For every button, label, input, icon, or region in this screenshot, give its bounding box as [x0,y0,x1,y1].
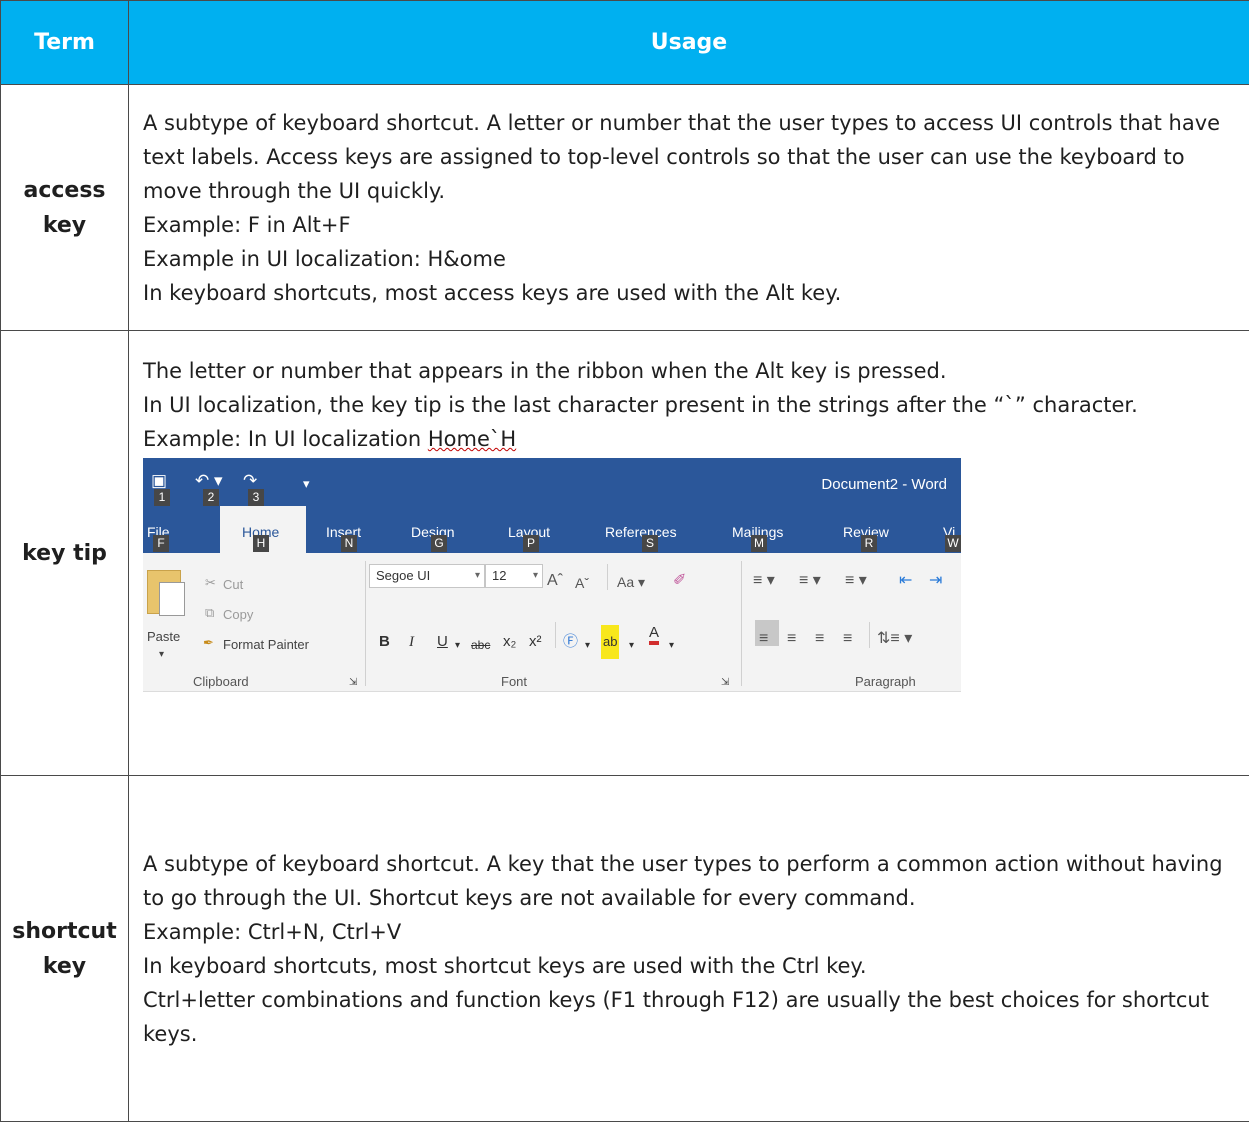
ribbon-screenshot: ▣ ↶ ▾ ↷ ▾ 1 2 3 Document2 - Word File Ho… [143,458,961,692]
example-text: Example: Ctrl+N, Ctrl+V [143,915,1239,949]
usage-cell: A subtype of keyboard shortcut. A letter… [129,85,1249,331]
group-separator [741,561,742,686]
format-painter-icon: ✒ [203,626,214,660]
grow-font-icon[interactable]: Aˆ [547,564,563,598]
header-row: Term Usage [1,1,1249,85]
key-tip-badge: 3 [248,489,264,506]
chevron-down-icon[interactable]: ▾ [669,629,674,663]
key-tip-badge: 2 [203,489,219,506]
key-tip-badge: 1 [154,489,170,506]
copy-button[interactable]: Copy [223,598,253,632]
change-case-button[interactable]: Aa ▾ [617,565,645,599]
font-group-label: Font [501,665,527,692]
increase-indent-icon[interactable]: ⇥ [929,564,942,598]
key-tip-badge: P [523,535,539,552]
clear-formatting-icon[interactable]: ✐ [673,564,686,598]
strikethrough-icon[interactable]: abc [471,628,490,662]
tab-references[interactable]: References [605,515,677,549]
paragraph-group-label: Paragraph [855,665,916,692]
superscript-icon[interactable]: x² [529,625,542,659]
terminology-table: Term Usage access key A subtype of keybo… [0,0,1249,1122]
dialog-launcher-icon[interactable]: ⇲ [721,666,729,692]
key-tip-badge: S [642,535,658,552]
cut-button[interactable]: Cut [223,568,243,602]
chevron-down-icon: ▾ [533,565,538,587]
font-name-value: Segoe UI [376,568,430,583]
note-text: In keyboard shortcuts, most shortcut key… [143,949,1239,983]
italic-icon[interactable]: I [409,625,414,659]
chevron-down-icon[interactable]: ▾ [629,629,634,663]
term-cell: shortcut key [1,776,129,1122]
chevron-down-icon: ▾ [475,565,480,587]
localization-example-text: Example in UI localization: H&ome [143,242,1239,276]
numbering-icon[interactable]: ≡ ▾ [799,564,821,598]
align-center-icon[interactable]: ≡ [787,622,796,656]
multilevel-list-icon[interactable]: ≡ ▾ [845,564,867,598]
recommendation-text: Ctrl+letter combinations and function ke… [143,983,1239,1051]
subscript-icon[interactable]: x₂ [503,625,516,659]
group-separator [869,622,870,648]
font-size-select[interactable]: 12 ▾ [485,564,543,588]
dialog-launcher-icon[interactable]: ⇲ [349,666,357,692]
example-prefix: Example: In UI localization [143,427,428,451]
key-tip-badge: M [751,535,767,552]
term-cell: key tip [1,331,129,776]
key-tip-badge: W [945,535,961,552]
copy-icon: ⧉ [205,596,214,630]
group-separator [365,561,366,686]
key-tip-badge: G [431,535,447,552]
font-color-icon[interactable]: A [649,625,659,645]
definition-text: A subtype of keyboard shortcut. A letter… [143,106,1239,208]
line-spacing-icon[interactable]: ⇅≡ ▾ [877,622,912,656]
table-row: key tip The letter or number that appear… [1,331,1249,776]
usage-cell: The letter or number that appears in the… [129,331,1249,776]
term-header: Term [1,1,129,85]
justify-icon[interactable]: ≡ [843,622,852,656]
decrease-indent-icon[interactable]: ⇤ [899,564,912,598]
term-cell: access key [1,85,129,331]
align-right-icon[interactable]: ≡ [815,622,824,656]
key-tip-badge: F [153,535,169,552]
example-value: Home`H [428,427,516,451]
usage-cell: A subtype of keyboard shortcut. A key th… [129,776,1249,1122]
paste-page-icon [159,582,185,616]
example-text: Example: F in Alt+F [143,208,1239,242]
group-separator [555,622,556,648]
align-left-icon[interactable]: ≡ [759,622,768,656]
localization-text: In UI localization, the key tip is the l… [143,388,1239,422]
customize-icon: ▾ [303,467,310,501]
chevron-down-icon[interactable]: ▾ [455,629,460,663]
change-case-label: Aa [617,574,634,590]
table-row: access key A subtype of keyboard shortcu… [1,85,1249,331]
underline-icon[interactable]: U [437,625,448,659]
bold-icon[interactable]: B [379,625,390,659]
paste-dropdown-icon[interactable]: ▾ [159,638,164,672]
document-title: Document2 - Word [821,468,947,502]
example-text: Example: In UI localization Home`H [143,422,1239,456]
definition-text: The letter or number that appears in the… [143,354,1239,388]
chevron-down-icon[interactable]: ▾ [585,629,590,663]
bullets-icon[interactable]: ≡ ▾ [753,564,775,598]
key-tip-badge: R [861,535,877,552]
key-tip-badge: N [341,535,357,552]
font-size-value: 12 [492,568,506,583]
text-effects-icon[interactable]: Ⓕ [563,625,578,659]
key-tip-badge: H [253,535,269,552]
table-row: shortcut key A subtype of keyboard short… [1,776,1249,1122]
note-text: In keyboard shortcuts, most access keys … [143,276,1239,310]
group-separator [607,564,608,590]
font-name-select[interactable]: Segoe UI ▾ [369,564,485,588]
clipboard-group-label: Clipboard [193,665,249,692]
highlight-icon[interactable]: ab [601,625,619,659]
usage-header: Usage [129,1,1249,85]
definition-text: A subtype of keyboard shortcut. A key th… [143,847,1239,915]
format-painter-button[interactable]: Format Painter [223,628,309,662]
cut-icon: ✂ [205,566,216,600]
shrink-font-icon[interactable]: Aˇ [575,566,589,600]
